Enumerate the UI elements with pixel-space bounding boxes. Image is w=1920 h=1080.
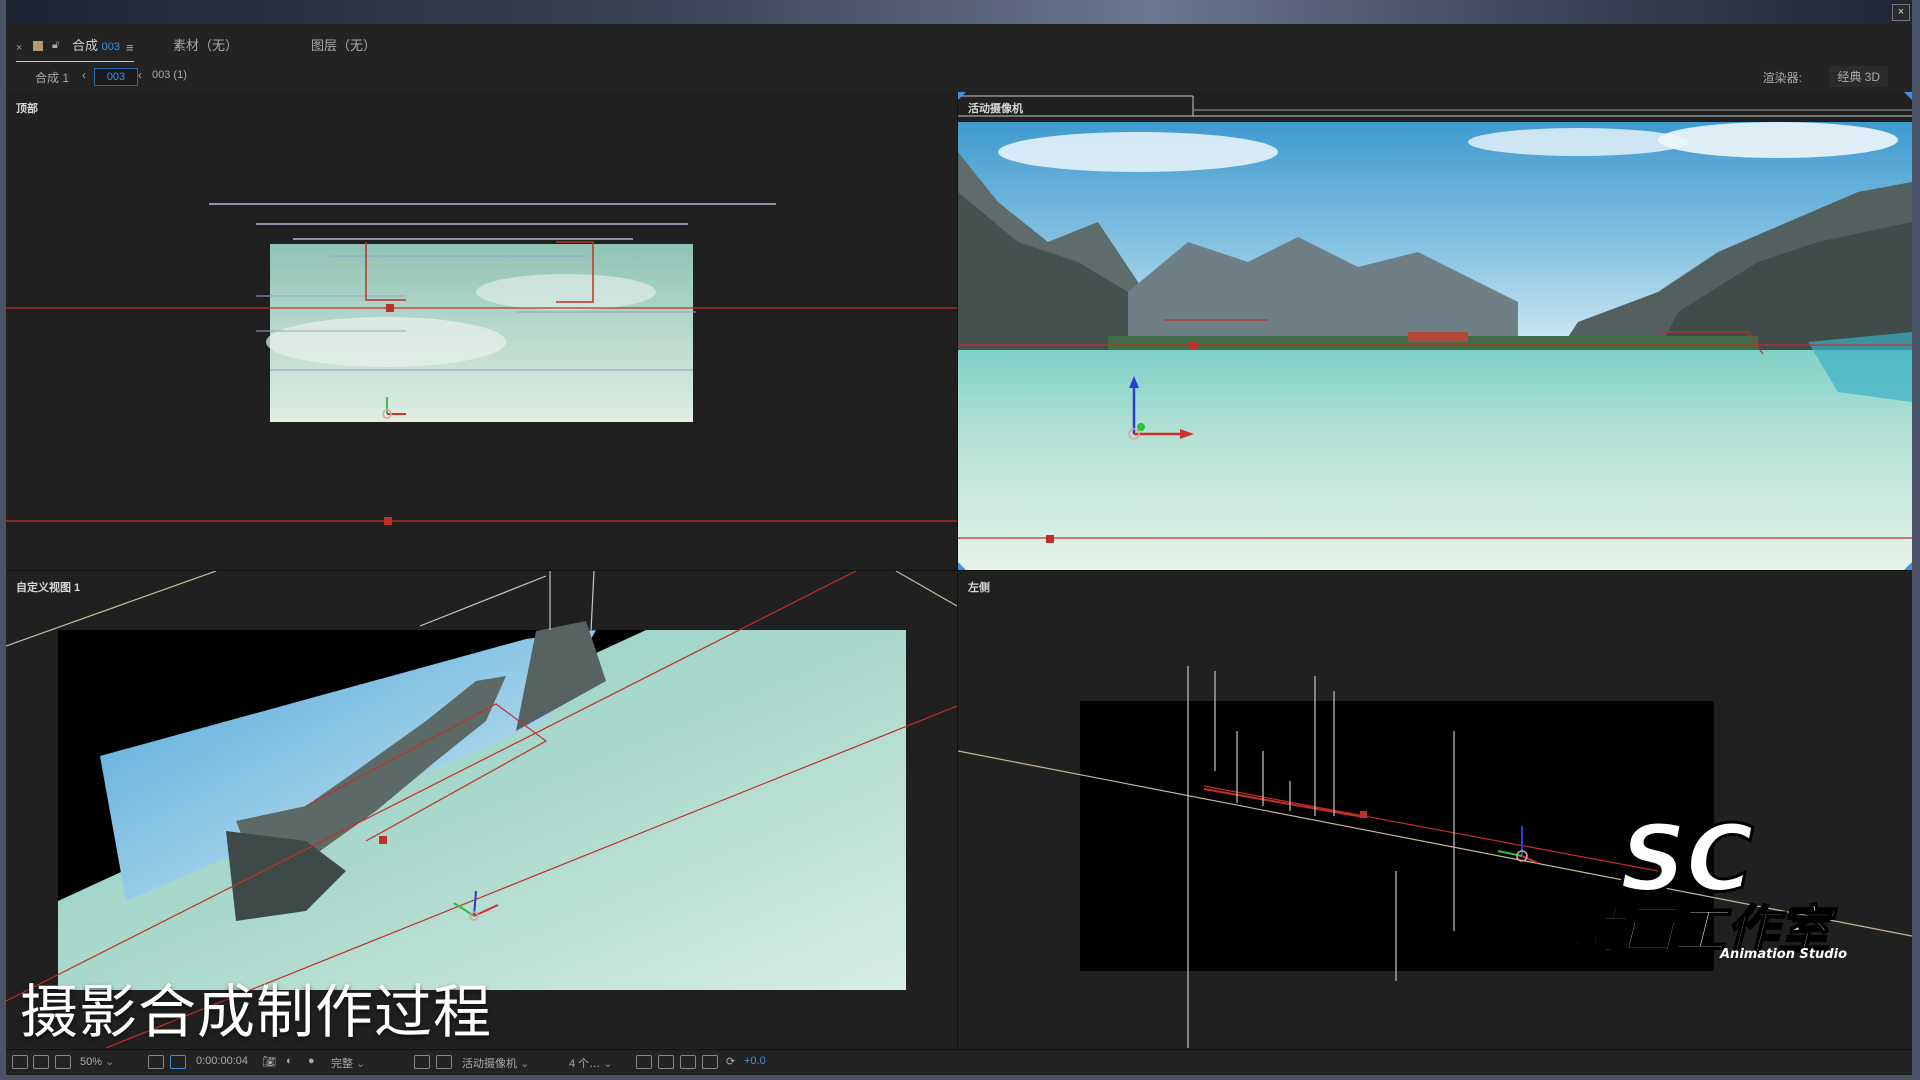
renderer-label: 渲染器: [1762, 71, 1802, 85]
watermark-english-name: Animation Studio [1719, 947, 1847, 962]
watermark-logo-text: SC [1620, 805, 1754, 912]
timeline-icon[interactable] [680, 1055, 696, 1069]
3d-view-dropdown[interactable]: 活动摄像机 [462, 1055, 529, 1071]
safe-zones-icon[interactable] [148, 1055, 164, 1069]
resolution-dropdown[interactable]: 完整 [331, 1055, 365, 1071]
monitor-icon[interactable] [33, 1055, 49, 1069]
show-snapshot-icon[interactable]: ◐ [286, 1055, 293, 1067]
viewport-label-top: 顶部 [16, 103, 38, 115]
exposure-value[interactable]: +0.0 [744, 1055, 766, 1067]
tab-footage[interactable]: 素材（无） [173, 24, 238, 60]
chevron-left-icon[interactable]: ‹ [82, 68, 86, 82]
viewport-active-camera[interactable]: 活动摄像机 [958, 92, 1912, 571]
composition-navigator: 合成 1 ‹ 003 ‹ 003 (1) 渲染器: 经典 3D [6, 62, 1912, 90]
viewport-top[interactable]: 顶部 [6, 92, 958, 571]
window-border-right [1912, 0, 1920, 1080]
top-view-canvas [6, 203, 957, 525]
lock-icon[interactable]: 🔓︎ [52, 39, 59, 52]
color-channel-icon[interactable]: ● [308, 1055, 315, 1067]
breadcrumb-comp-2[interactable]: 003 (1) [152, 69, 187, 81]
camera-view-canvas [958, 92, 1912, 570]
window-title-bar [0, 0, 1920, 24]
video-caption: 摄影合成制作过程 [20, 978, 493, 1046]
viewer-toolbar: 50% 0:00:00:04 📷︎ ◐ ● 完整 活动摄像机 4 个… ⟳ +0… [6, 1049, 1912, 1075]
window-close-button[interactable]: × [1892, 4, 1910, 21]
flowchart-icon[interactable] [702, 1055, 718, 1069]
tab-composition[interactable]: 合成 003 [72, 24, 120, 60]
breadcrumb-comp-1[interactable]: 合成 1 [35, 69, 69, 86]
transparency-grid-icon[interactable] [170, 1055, 186, 1069]
tab-layer[interactable]: 图层（无） [311, 24, 376, 60]
reset-exposure-icon[interactable]: ⟳ [726, 1055, 735, 1068]
current-time[interactable]: 0:00:00:04 [196, 1055, 248, 1067]
tab-composition-label: 合成 [72, 38, 99, 53]
renderer-dropdown[interactable]: 经典 3D [1829, 66, 1888, 87]
view-layout-dropdown[interactable]: 4 个… [569, 1055, 612, 1071]
viewport-label-left: 左侧 [968, 582, 990, 594]
tab-composition-number: 003 [101, 41, 120, 53]
composition-panel-header: × 🔓︎ 合成 003 ≡ 素材（无） 图层（无） [6, 24, 1912, 63]
fast-previews-icon[interactable] [658, 1055, 674, 1069]
studio-watermark-logo: SC 动画工作室 Animation Studio [1560, 800, 1890, 980]
viewport-label-active-camera: 活动摄像机 [968, 103, 1023, 115]
breadcrumb-current[interactable]: 003 [94, 68, 138, 86]
always-preview-icon[interactable] [12, 1055, 28, 1069]
pixel-aspect-icon[interactable] [636, 1055, 652, 1069]
comp-color-swatch [33, 41, 43, 51]
chevron-left-icon[interactable]: ‹ [138, 68, 142, 82]
mask-visibility-icon[interactable] [55, 1055, 71, 1069]
tab-close-icon[interactable]: × [16, 42, 22, 54]
panel-menu-icon[interactable]: ≡ [126, 40, 134, 55]
camera-snapshot-icon[interactable]: 📷︎ [262, 1055, 276, 1068]
zoom-dropdown[interactable]: 50% [80, 1055, 114, 1068]
viewport-label-custom-view: 自定义视图 1 [16, 582, 81, 594]
region-of-interest-icon[interactable] [414, 1055, 430, 1069]
transparency-toggle-icon[interactable] [436, 1055, 452, 1069]
